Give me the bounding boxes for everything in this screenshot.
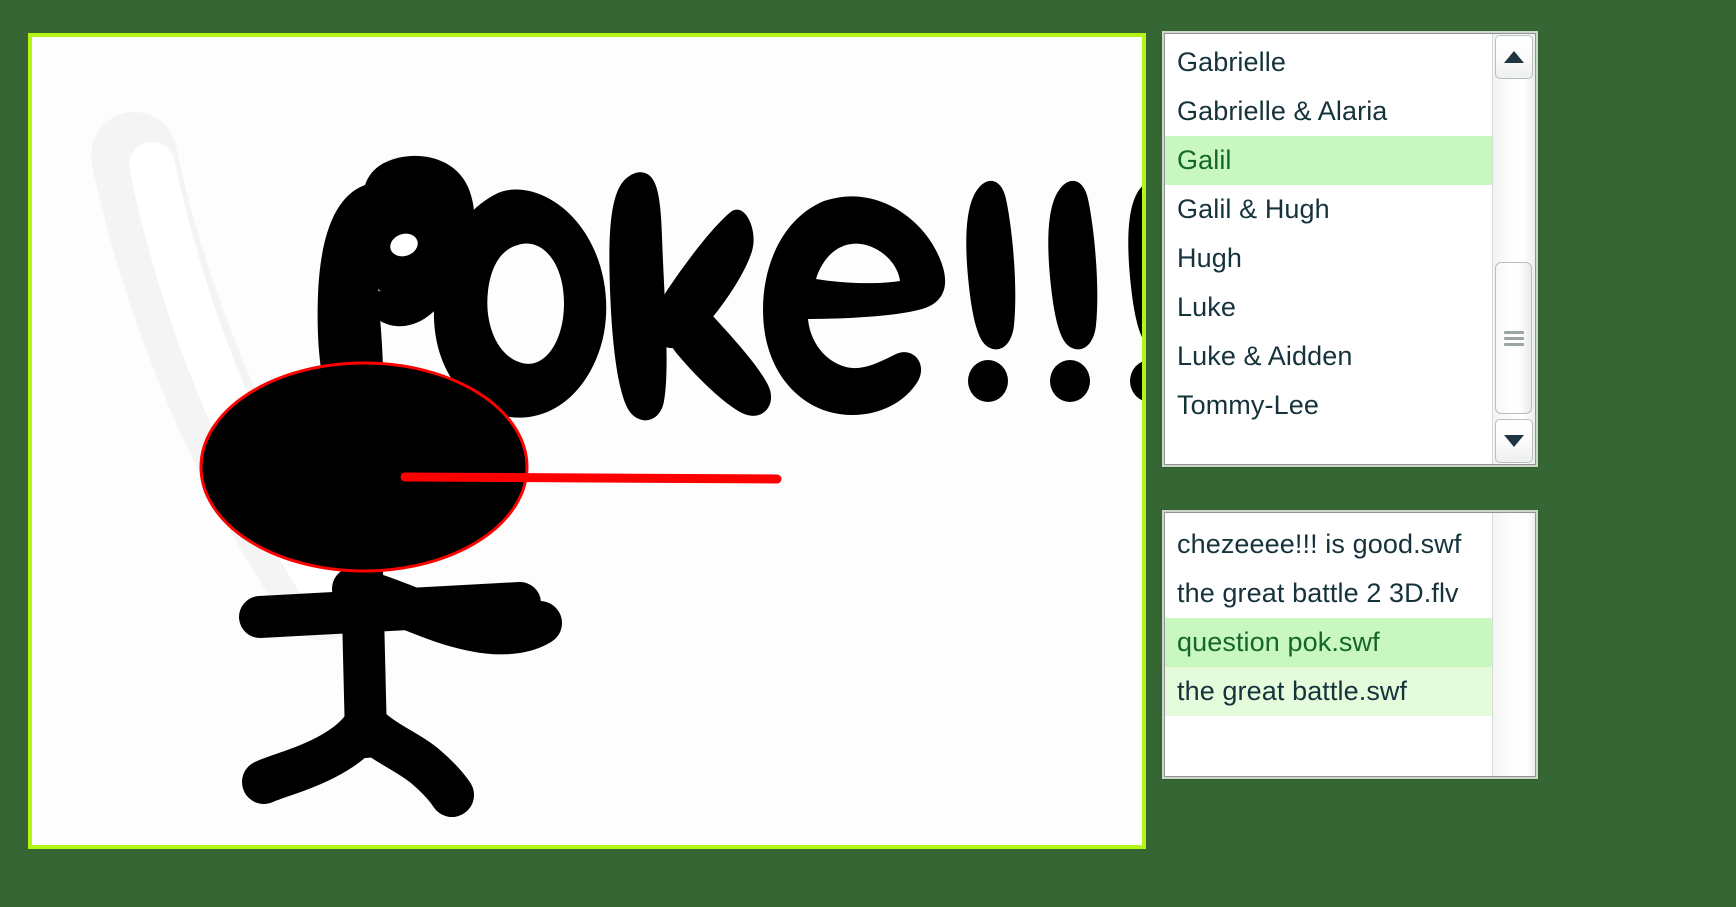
triangle-down-icon [1504,435,1524,447]
list-item[interactable]: Tommy-Lee [1165,381,1492,430]
list-item[interactable]: Gabrielle [1165,38,1492,87]
figure-legs-stroke [242,705,474,817]
grip-lines-icon [1503,328,1524,349]
list-item[interactable]: chezeeee!!! is good.swf [1165,520,1492,569]
names-list-scrollport[interactable]: Gabrielle Gabrielle & Alaria Galil Galil… [1165,34,1492,464]
list-item[interactable]: Gabrielle & Alaria [1165,87,1492,136]
figure-arms-stroke [239,567,562,655]
list-item-selected[interactable]: question pok.swf [1165,618,1492,667]
list-item-hovered[interactable]: the great battle.swf [1165,667,1492,716]
list-item[interactable]: Hugh [1165,234,1492,283]
list-item[interactable]: Luke [1165,283,1492,332]
red-poke-line-stroke [400,472,782,484]
drawing-canvas-surface[interactable] [32,37,1142,845]
list-item[interactable]: the great battle 2 3D.flv [1165,569,1492,618]
names-listbox[interactable]: Gabrielle Gabrielle & Alaria Galil Galil… [1164,33,1536,465]
names-list-scrollbar[interactable] [1492,34,1535,464]
scroll-up-button[interactable] [1495,35,1533,79]
files-list-scrollport[interactable]: chezeeee!!! is good.swf the great battle… [1165,513,1492,776]
triangle-up-icon [1504,51,1524,63]
figure-head-ellipse [199,361,529,573]
files-listbox[interactable]: chezeeee!!! is good.swf the great battle… [1164,512,1536,777]
list-item[interactable]: Luke & Aidden [1165,332,1492,381]
scrollbar-thumb[interactable] [1495,262,1532,414]
list-item[interactable]: Galil & Hugh [1165,185,1492,234]
drawing-canvas[interactable] [28,33,1146,849]
files-list-scrollbar[interactable] [1492,513,1535,776]
list-item-selected[interactable]: Galil [1165,136,1492,185]
scroll-down-button[interactable] [1495,419,1533,463]
